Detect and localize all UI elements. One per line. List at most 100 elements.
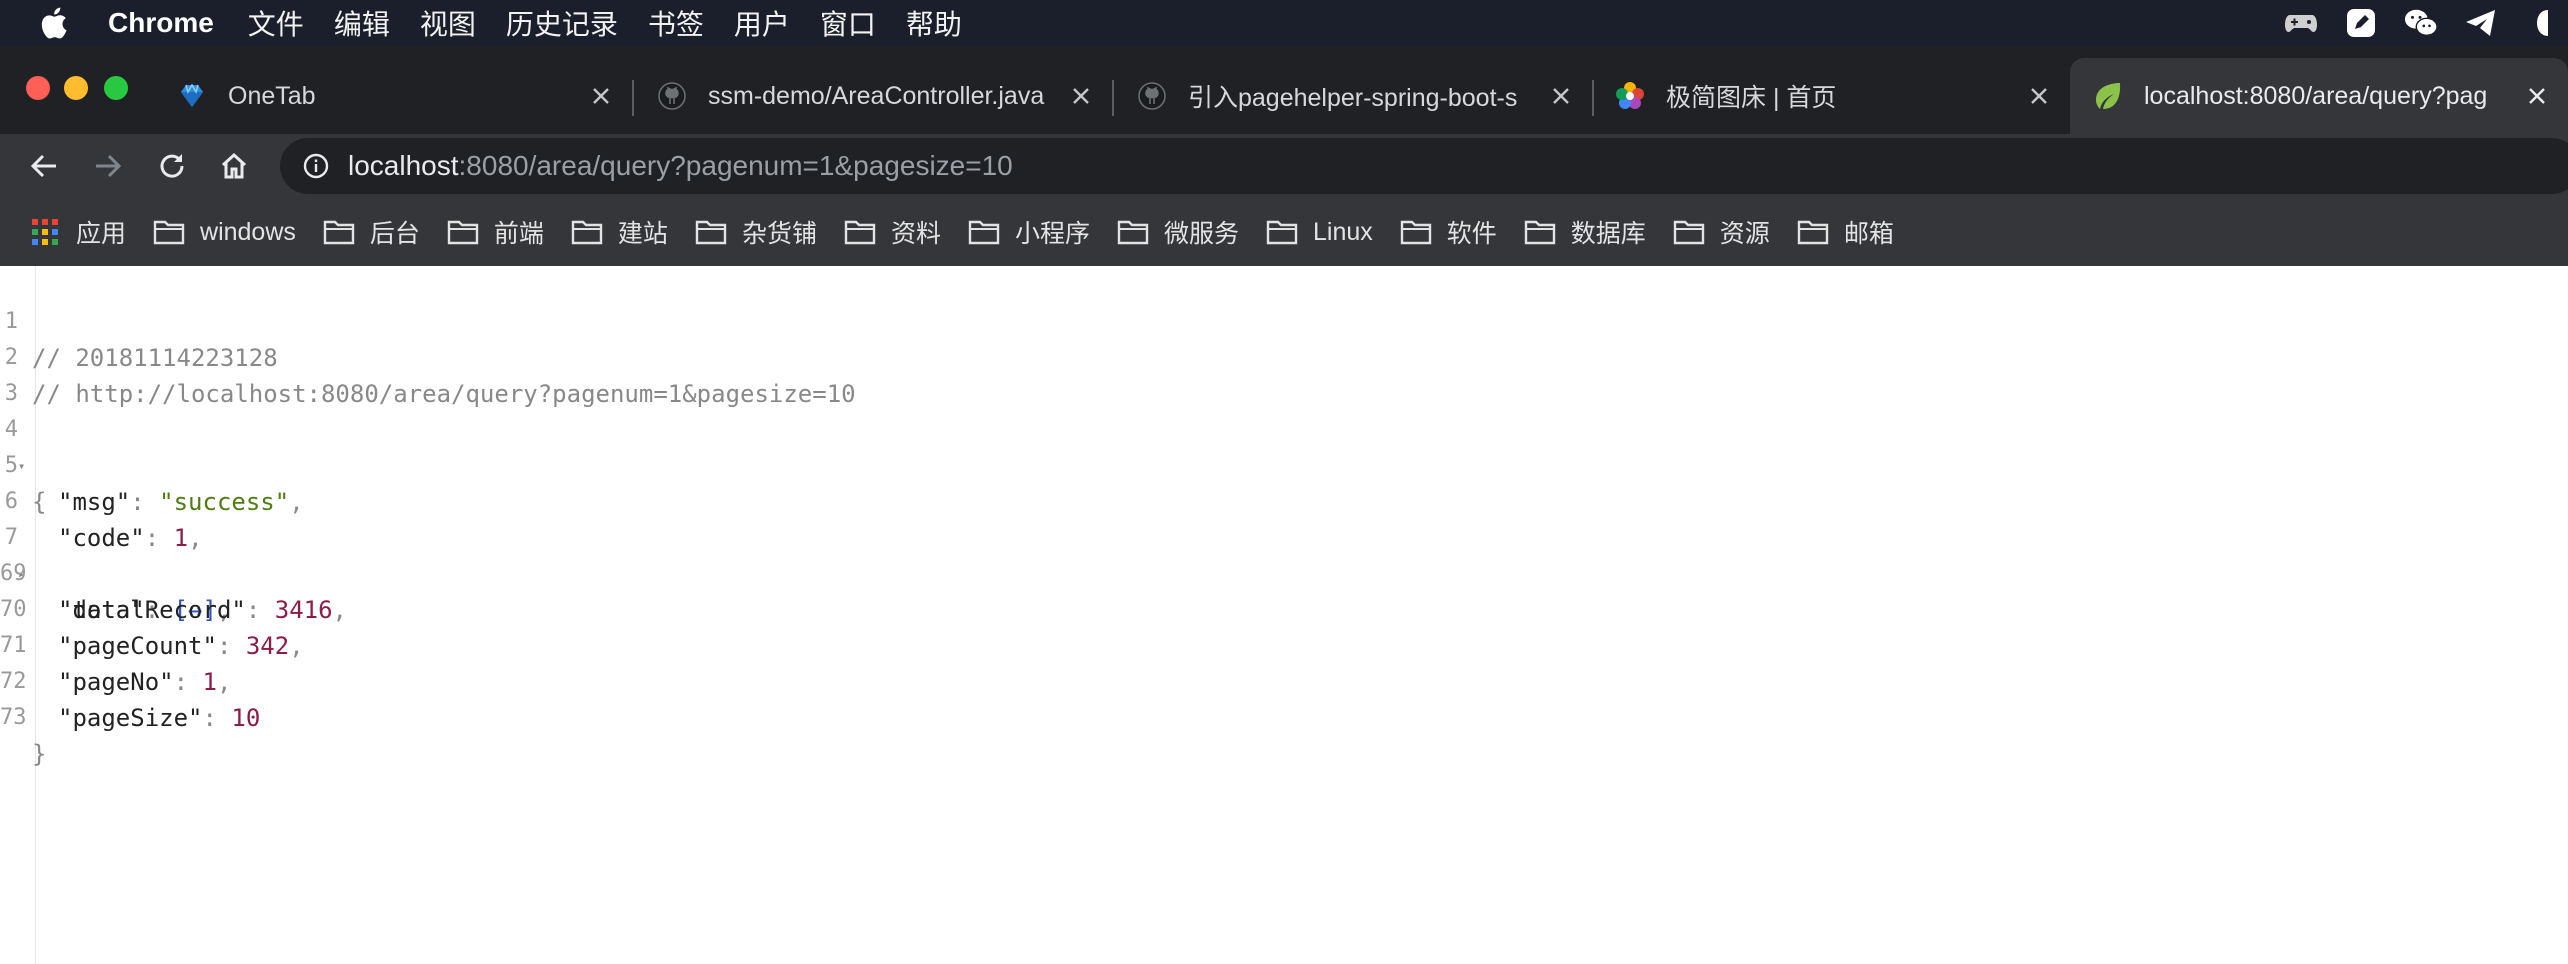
menu-bookmarks[interactable]: 书签: [648, 3, 704, 43]
folder-icon: [694, 218, 728, 246]
tab-close-icon[interactable]: [1546, 81, 1576, 111]
tab-close-icon[interactable]: [1066, 81, 1096, 111]
bookmark-label: 杂货铺: [741, 220, 817, 248]
bookmark-label: windows: [200, 217, 296, 246]
bookmark-folder-database[interactable]: 数据库: [1523, 214, 1646, 250]
json-field-data: 7 ▸ "data": [↔],: [0, 484, 1200, 624]
bookmark-label: 小程序: [1014, 220, 1090, 248]
json-field-msg: 5 "msg": "success",: [0, 412, 1200, 516]
window-minimize-button[interactable]: [64, 76, 88, 100]
code-line: 3: [0, 340, 1200, 406]
folder-icon: [1116, 218, 1150, 246]
bookmark-folder-sitebuilding[interactable]: 建站: [570, 214, 668, 250]
json-field-totalrecord: 69 "totalRecord": 3416,: [0, 520, 1200, 624]
tab-separator: [632, 80, 634, 116]
menu-view[interactable]: 视图: [420, 3, 476, 43]
line-number: 73: [0, 705, 27, 730]
tab-close-icon[interactable]: [586, 81, 616, 111]
apps-grid-icon: [28, 218, 62, 246]
menu-edit[interactable]: 编辑: [334, 3, 390, 43]
tab-close-icon[interactable]: [2522, 81, 2552, 111]
bookmark-label: 前端: [493, 220, 544, 248]
github-icon: [1136, 80, 1168, 112]
wechat-icon[interactable]: [2404, 8, 2438, 38]
onetab-diamond-icon: [176, 80, 208, 112]
bookmark-folder-software[interactable]: 软件: [1399, 214, 1497, 250]
json-field-pagesize: 72 "pageSize": 10: [0, 628, 1200, 732]
bookmark-folder-mail[interactable]: 邮箱: [1796, 214, 1894, 250]
folder-icon: [1672, 218, 1706, 246]
github-icon: [656, 80, 688, 112]
menu-people[interactable]: 用户: [734, 3, 790, 43]
json-field-code: 6 "code": 1,: [0, 448, 1200, 552]
tab-image-host[interactable]: 极简图床 | 首页: [1614, 58, 2054, 134]
tab-separator: [1112, 80, 1114, 116]
code-line: 2 // http://localhost:8080/area/query?pa…: [0, 304, 1200, 408]
address-bar[interactable]: localhost:8080/area/query?pagenum=1&page…: [280, 138, 2568, 194]
bookmark-label: 邮箱: [1843, 220, 1894, 248]
code-line: 1 // 20181114223128: [0, 268, 1200, 372]
bookmark-folder-linux[interactable]: Linux: [1265, 218, 1373, 247]
bookmark-label: Linux: [1313, 217, 1373, 246]
bookmark-folder-microservices[interactable]: 微服务: [1116, 214, 1239, 250]
bookmark-folder-miniprogram[interactable]: 小程序: [967, 214, 1090, 250]
tab-title: localhost:8080/area/query?pag: [2144, 81, 2488, 110]
bookmark-label: 建站: [617, 220, 668, 248]
folder-icon: [1265, 218, 1299, 246]
menu-history[interactable]: 历史记录: [506, 3, 618, 43]
pinwheel-icon: [1614, 80, 1646, 112]
tab-localhost-active[interactable]: localhost:8080/area/query?pag: [2070, 58, 2568, 134]
menu-help[interactable]: 帮助: [906, 3, 962, 43]
notification-icon[interactable]: [2524, 8, 2558, 38]
apple-logo-icon[interactable]: [38, 5, 72, 41]
bookmarks-bar: 应用 windows 后台 前端 建站 杂货铺 资料 小程序 微服务 Linux…: [0, 198, 2568, 266]
window-zoom-button[interactable]: [104, 76, 128, 100]
address-url[interactable]: localhost:8080/area/query?pagenum=1&page…: [348, 150, 1013, 182]
url-host: localhost: [348, 150, 459, 181]
bookmark-apps[interactable]: 应用: [28, 214, 126, 250]
tab-onetab[interactable]: OneTab: [176, 58, 616, 134]
tab-github-pagehelper[interactable]: 引入pagehelper-spring-boot-s: [1136, 58, 1576, 134]
home-icon[interactable]: [212, 144, 256, 188]
bookmark-folder-backend[interactable]: 后台: [322, 214, 420, 250]
menu-app-name[interactable]: Chrome: [108, 7, 214, 39]
bookmark-folder-misc[interactable]: 杂货铺: [694, 214, 817, 250]
bookmark-folder-frontend[interactable]: 前端: [446, 214, 544, 250]
bookmark-label: 资源: [1719, 220, 1770, 248]
folder-icon: [1796, 218, 1830, 246]
browser-toolbar: localhost:8080/area/query?pagenum=1&page…: [0, 134, 2568, 198]
code-line: 73 }: [0, 664, 1200, 768]
bookmark-label: 软件: [1446, 220, 1497, 248]
reload-icon[interactable]: [150, 144, 194, 188]
forward-arrow-icon[interactable]: [86, 144, 130, 188]
bookmark-folder-resources[interactable]: 资源: [1672, 214, 1770, 250]
menubar-status-area: [2284, 0, 2568, 46]
pen-box-icon[interactable]: [2344, 8, 2378, 38]
url-path: :8080/area/query?pagenum=1&pagesize=10: [458, 150, 1013, 181]
json-viewer: 1 // 20181114223128 2 // http://localhos…: [0, 266, 2568, 964]
tab-close-icon[interactable]: [2024, 81, 2054, 111]
json-field-pagecount: 70 "pageCount": 342,: [0, 556, 1200, 660]
json-field-pageno: 71 "pageNo": 1,: [0, 592, 1200, 696]
folder-icon: [843, 218, 877, 246]
bookmark-label: 微服务: [1163, 220, 1239, 248]
menu-file[interactable]: 文件: [248, 3, 304, 43]
menu-window[interactable]: 窗口: [820, 3, 876, 43]
tab-strip: OneTab ssm-demo/AreaController.java 引入pa…: [0, 46, 2568, 134]
folder-icon: [322, 218, 356, 246]
tab-github-areacontroller[interactable]: ssm-demo/AreaController.java: [656, 58, 1096, 134]
tab-title: 极简图床 | 首页: [1666, 84, 1837, 112]
window-close-button[interactable]: [26, 76, 50, 100]
gamepad-icon[interactable]: [2284, 8, 2318, 38]
folder-icon: [570, 218, 604, 246]
folder-icon: [152, 218, 186, 246]
site-info-icon[interactable]: [300, 150, 332, 182]
bookmark-label: 资料: [890, 220, 941, 248]
telegram-icon[interactable]: [2464, 8, 2498, 38]
macos-menubar: Chrome 文件 编辑 视图 历史记录 书签 用户 窗口 帮助: [0, 0, 2568, 46]
json-key: "pageSize": [58, 704, 203, 732]
bookmark-folder-windows[interactable]: windows: [152, 218, 296, 247]
back-arrow-icon[interactable]: [22, 144, 66, 188]
folder-icon: [1399, 218, 1433, 246]
bookmark-folder-materials[interactable]: 资料: [843, 214, 941, 250]
